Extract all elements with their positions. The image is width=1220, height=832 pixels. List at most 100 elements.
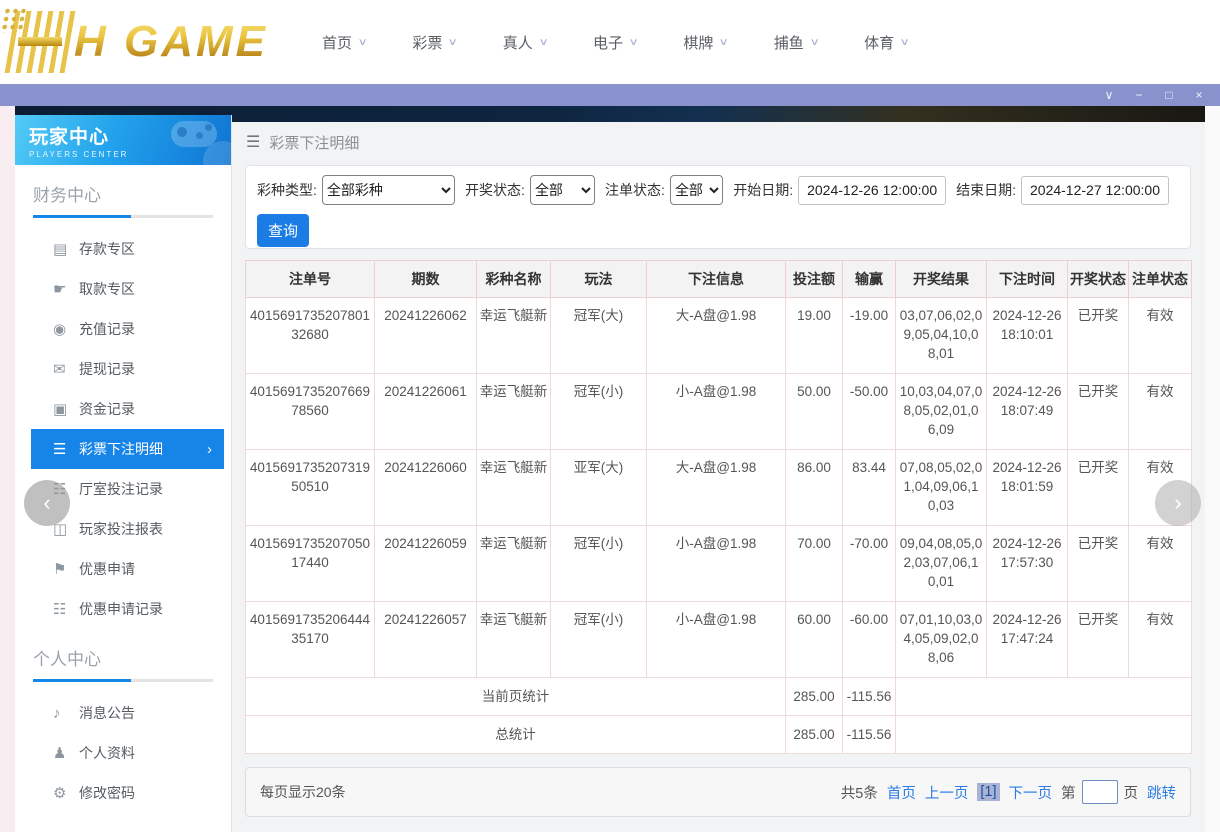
table-cell: 已开奖 <box>1067 601 1129 678</box>
table-cell: 50.00 <box>785 373 843 450</box>
column-header: 注单状态 <box>1128 260 1192 298</box>
nav-item-board-games[interactable]: 棋牌 ∨ <box>683 32 729 53</box>
site-header: H GAME 首页 ∨ 彩票 ∨ 真人 ∨ 电子 ∨ 棋牌 ∨ 捕鱼 ∨ 体育 ∨ <box>0 0 1220 84</box>
nav-item-slots[interactable]: 电子 ∨ <box>593 32 639 53</box>
order-status-label: 注单状态: <box>605 182 665 198</box>
sidebar-item-label: 优惠申请记录 <box>79 601 163 617</box>
pagination-bar: 每页显示20条 共5条 首页 上一页 [1] 下一页 第 页 跳转 <box>245 767 1191 817</box>
table-cell: 冠军(小) <box>550 525 647 602</box>
table-cell: 已开奖 <box>1067 373 1129 450</box>
nav-item-sports[interactable]: 体育 ∨ <box>864 32 910 53</box>
table-cell: 亚军(大) <box>550 449 647 526</box>
lottery-type-label: 彩种类型: <box>257 182 317 198</box>
sidebar-item-withdrawal-records[interactable]: ✉ 提现记录 <box>31 349 224 389</box>
hamburger-icon[interactable]: ☰ <box>246 132 260 152</box>
table-cell: 小-A盘@1.98 <box>646 525 786 602</box>
next-page-link[interactable]: 下一页 <box>1009 782 1053 803</box>
chevron-down-icon: ∨ <box>447 36 459 48</box>
window-maximize-icon[interactable]: □ <box>1154 84 1184 106</box>
table-cell: 09,04,08,05,02,03,07,06,10,01 <box>895 525 987 602</box>
collapse-left-arrow[interactable]: ‹ <box>24 480 70 526</box>
sidebar-item-promo-apply-records[interactable]: ☷ 优惠申请记录 <box>31 589 224 629</box>
table-cell: 有效 <box>1128 373 1192 450</box>
table-cell: 20241226057 <box>374 601 477 678</box>
nav-item-live[interactable]: 真人 ∨ <box>503 32 549 53</box>
table-header-row: 注单号 期数 彩种名称 玩法 下注信息 投注额 输赢 开奖结果 下注时间 开奖状态 注单状态 <box>245 260 1192 298</box>
sidebar: 玩家中心 PLAYERS CENTER 财务中心 ▤ 存款专区 ☛ 取款专区 ◉ 充值记录 ✉… <box>15 115 232 832</box>
envelope-icon: ✉ <box>53 361 66 378</box>
nav-item-lottery[interactable]: 彩票 ∨ <box>412 32 459 53</box>
window-minimize-icon[interactable]: − <box>1124 84 1154 106</box>
summary-label: 总统计 <box>245 715 786 754</box>
column-header: 期数 <box>374 260 477 298</box>
content-area: ☰ 彩票下注明细 彩种类型: 全部彩种 开奖状态: 全部 注单状态: 全部 开始… <box>232 122 1205 832</box>
window-controls: ∨ − □ × <box>1094 84 1214 106</box>
sidebar-item-announcements[interactable]: ♪ 消息公告 <box>31 693 224 733</box>
table-cell: 2024-12-26 17:57:30 <box>986 525 1068 602</box>
table-cell: 401569173520731950510 <box>245 449 375 526</box>
sidebar-item-label: 个人资料 <box>79 745 135 761</box>
table-cell: 20241226061 <box>374 373 477 450</box>
table-cell: 幸运飞艇新 <box>476 525 551 602</box>
draw-status-label: 开奖状态: <box>465 182 525 198</box>
summary-win-loss: -115.56 <box>842 715 896 754</box>
search-button[interactable]: 查询 <box>257 214 309 247</box>
coupon-icon: ⚑ <box>53 561 67 578</box>
bet-details-table-wrap: 注单号 期数 彩种名称 玩法 下注信息 投注额 输赢 开奖结果 下注时间 开奖状态 注单状态 401… <box>245 260 1192 754</box>
nav-item-fishing[interactable]: 捕鱼 ∨ <box>774 32 820 53</box>
nav-item-home[interactable]: 首页 ∨ <box>322 32 368 53</box>
first-page-link[interactable]: 首页 <box>887 782 916 803</box>
window-titlebar[interactable]: ∨ − □ × <box>0 84 1220 106</box>
table-row: 401569173520644435170 20241226057 幸运飞艇新 冠军(… <box>245 601 1192 678</box>
prev-page-link[interactable]: 上一页 <box>925 782 969 803</box>
window-close-icon[interactable]: × <box>1184 84 1214 106</box>
draw-status-select[interactable]: 全部 <box>529 175 596 205</box>
sidebar-item-profile[interactable]: ♟ 个人资料 <box>31 733 224 773</box>
sidebar-subtitle: PLAYERS CENTER <box>29 150 129 159</box>
sidebar-item-funds-records[interactable]: ▣ 资金记录 <box>31 389 224 429</box>
table-cell: 401569173520780132680 <box>245 297 375 374</box>
end-date-input[interactable] <box>1021 175 1169 205</box>
sidebar-header: 玩家中心 PLAYERS CENTER <box>15 115 231 165</box>
sidebar-item-change-password[interactable]: ⚙ 修改密码 <box>31 773 224 813</box>
column-header: 开奖状态 <box>1067 260 1129 298</box>
table-cell: 幸运飞艇新 <box>476 601 551 678</box>
table-row: 401569173520731950510 20241226060 幸运飞艇新 亚军(… <box>245 449 1192 526</box>
table-cell: 07,08,05,02,01,04,09,06,10,03 <box>895 449 987 526</box>
sidebar-item-label: 提现记录 <box>79 361 135 377</box>
column-header: 玩法 <box>550 260 647 298</box>
sidebar-item-withdraw-zone[interactable]: ☛ 取款专区 <box>31 269 224 309</box>
scroll-right-arrow[interactable]: › <box>1155 480 1201 526</box>
table-cell: -60.00 <box>842 601 896 678</box>
main-nav: 首页 ∨ 彩票 ∨ 真人 ∨ 电子 ∨ 棋牌 ∨ 捕鱼 ∨ 体育 ∨ <box>322 0 954 84</box>
sidebar-item-lottery-bet-details[interactable]: ☰ 彩票下注明细 › <box>31 429 224 469</box>
start-date-label: 开始日期: <box>733 182 794 198</box>
sidebar-item-deposit-zone[interactable]: ▤ 存款专区 <box>31 229 224 269</box>
start-date-input[interactable] <box>798 175 947 205</box>
sidebar-item-recharge-records[interactable]: ◉ 充值记录 <box>31 309 224 349</box>
table-cell: 小-A盘@1.98 <box>646 601 786 678</box>
column-header: 开奖结果 <box>895 260 987 298</box>
table-cell: 大-A盘@1.98 <box>646 297 786 374</box>
column-header: 下注时间 <box>986 260 1068 298</box>
sidebar-item-label: 取款专区 <box>79 281 135 297</box>
lottery-type-select[interactable]: 全部彩种 <box>321 175 456 205</box>
page-size-text: 每页显示20条 <box>260 784 346 800</box>
sidebar-item-label: 厅室投注记录 <box>79 481 163 497</box>
table-cell: 20241226060 <box>374 449 477 526</box>
jump-button[interactable]: 跳转 <box>1147 782 1176 803</box>
page-edge-strip <box>0 106 15 832</box>
table-cell: 有效 <box>1128 297 1192 374</box>
chevron-right-icon: › <box>207 440 212 458</box>
order-status-select[interactable]: 全部 <box>669 175 724 205</box>
table-cell: 小-A盘@1.98 <box>646 373 786 450</box>
sidebar-item-label: 消息公告 <box>79 705 135 721</box>
bell-icon: ♪ <box>53 704 61 722</box>
jump-page-input[interactable] <box>1081 780 1118 804</box>
window-dropdown-icon[interactable]: ∨ <box>1094 84 1124 106</box>
bet-details-table: 注单号 期数 彩种名称 玩法 下注信息 投注额 输赢 开奖结果 下注时间 开奖状态 注单状态 401… <box>245 260 1192 754</box>
chevron-down-icon: ∨ <box>628 36 639 48</box>
sidebar-item-promo-apply[interactable]: ⚑ 优惠申请 <box>31 549 224 589</box>
logo[interactable]: H GAME <box>4 6 268 78</box>
table-cell: 2024-12-26 18:10:01 <box>986 297 1068 374</box>
